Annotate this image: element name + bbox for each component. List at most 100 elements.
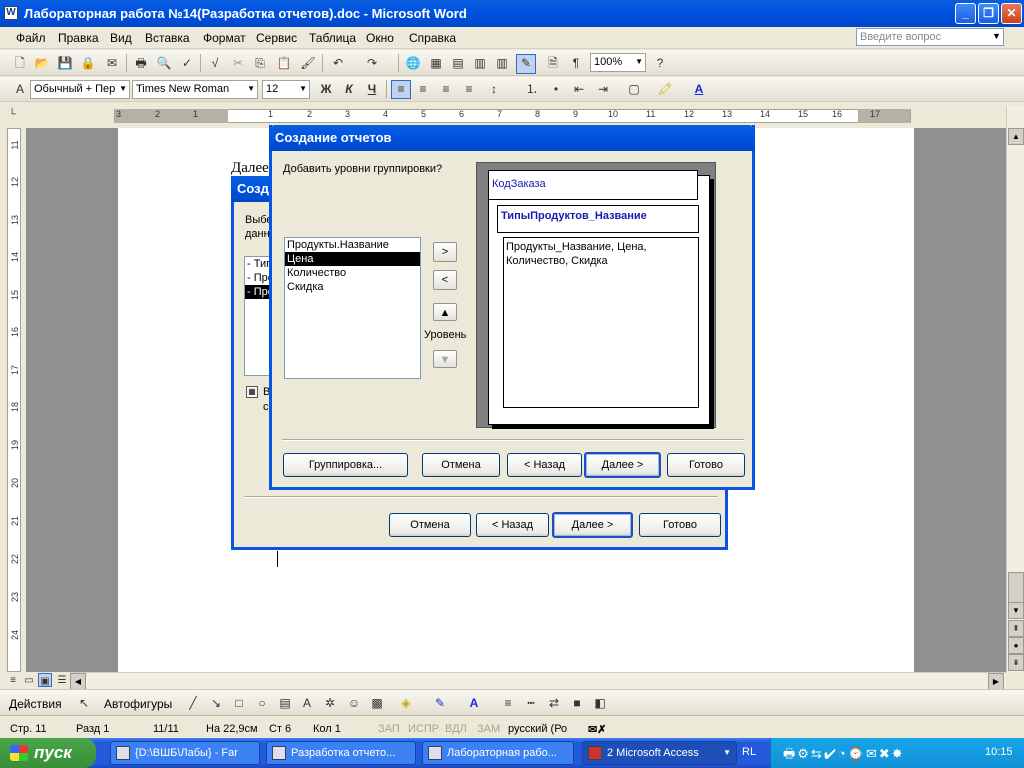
bullets-icon[interactable]: •: [548, 81, 564, 97]
word-app-icon[interactable]: W: [4, 6, 18, 20]
grouping-options-button[interactable]: Группировка...: [283, 453, 408, 477]
bold-button[interactable]: Ж: [318, 81, 334, 97]
finish-button[interactable]: Готово: [667, 453, 745, 477]
web-view-icon[interactable]: ▭: [21, 673, 37, 689]
scroll-down-icon[interactable]: ▼: [1008, 602, 1024, 619]
minimize-button[interactable]: _: [955, 3, 976, 24]
back-back-button[interactable]: < Назад: [476, 513, 549, 537]
font-combo[interactable]: Times New Roman ▼: [132, 80, 258, 99]
email-icon[interactable]: ✉: [104, 55, 120, 71]
remove-level-button[interactable]: <: [433, 270, 457, 290]
back-finish-button[interactable]: Готово: [639, 513, 721, 537]
tab-selector-icon[interactable]: └: [4, 107, 20, 123]
paste-icon[interactable]: 📋: [276, 55, 292, 71]
menu-help[interactable]: Справка: [409, 31, 456, 45]
menu-edit[interactable]: Правка: [58, 31, 99, 45]
back-cancel-button[interactable]: Отмена: [389, 513, 471, 537]
wordart-icon[interactable]: A: [299, 695, 315, 711]
select-browse-object-icon[interactable]: ●: [1008, 637, 1024, 654]
menu-format[interactable]: Формат: [203, 31, 246, 45]
paragraph-mark-icon[interactable]: ¶: [568, 55, 584, 71]
style-combo[interactable]: Обычный + Пер ▼: [30, 80, 130, 99]
align-center-icon[interactable]: ≡: [415, 81, 431, 97]
align-right-icon[interactable]: ≡: [438, 81, 454, 97]
align-left-icon[interactable]: ≡: [391, 80, 411, 99]
status-trk[interactable]: ИСПР: [408, 723, 439, 735]
research-icon[interactable]: √: [207, 55, 223, 71]
clipart-icon[interactable]: ☺: [346, 695, 362, 711]
menu-tools[interactable]: Сервис: [256, 31, 297, 45]
oval-icon[interactable]: ○: [254, 695, 270, 711]
dash-style-icon[interactable]: ┅: [523, 695, 539, 711]
highlight-icon[interactable]: 🖍: [657, 81, 673, 97]
ask-question-input[interactable]: Введите вопрос: [856, 28, 1004, 46]
vertical-ruler[interactable]: 11 12 13 14 15 16 17 18 19 20 21 22 23 2…: [0, 128, 26, 672]
save-icon[interactable]: 💾: [57, 55, 73, 71]
help-icon[interactable]: ?: [652, 55, 668, 71]
borders-icon[interactable]: ▢: [626, 81, 642, 97]
numbering-icon[interactable]: ⒈: [524, 81, 540, 97]
increase-indent-icon[interactable]: ⇥: [595, 81, 611, 97]
open-folder-icon[interactable]: 📂: [34, 55, 50, 71]
horizontal-scrollbar[interactable]: ◀ ▶: [70, 672, 1006, 690]
menu-view[interactable]: Вид: [110, 31, 132, 45]
zoom-combo[interactable]: 100% ▼: [590, 53, 646, 72]
textbox-icon[interactable]: ▤: [277, 695, 293, 711]
line-color-icon[interactable]: ✎: [432, 695, 448, 711]
normal-view-icon[interactable]: ≡: [5, 673, 21, 689]
menu-table[interactable]: Таблица: [309, 31, 356, 45]
styles-pane-icon[interactable]: A: [12, 81, 28, 97]
taskbar-item-report[interactable]: Разработка отчето...: [266, 741, 416, 765]
font-size-combo[interactable]: 12 ▼: [262, 80, 310, 99]
fields-list[interactable]: Продукты.Название Цена Количество Скидка: [284, 237, 421, 379]
insert-table-icon[interactable]: ▤: [450, 55, 466, 71]
format-painter-icon[interactable]: 🖌: [300, 55, 316, 71]
add-level-button[interactable]: >: [433, 242, 457, 262]
select-objects-icon[interactable]: ↖: [76, 695, 92, 711]
spelling-icon[interactable]: ✓: [179, 55, 195, 71]
italic-button[interactable]: К: [341, 81, 357, 97]
menu-window[interactable]: Окно: [366, 31, 394, 45]
print-layout-icon[interactable]: ▣: [38, 673, 52, 687]
font-color-icon[interactable]: A: [466, 695, 482, 711]
list-item[interactable]: Скидка: [285, 280, 420, 294]
start-button[interactable]: пуск: [0, 738, 96, 768]
3d-icon[interactable]: ◧: [592, 695, 608, 711]
status-ovr[interactable]: ЗАМ: [477, 723, 500, 735]
list-item[interactable]: Продукты.Название: [285, 238, 420, 252]
menu-file[interactable]: Файл: [16, 31, 46, 45]
back-button[interactable]: < Назад: [507, 453, 582, 477]
line-icon[interactable]: ╱: [185, 695, 201, 711]
copy-icon[interactable]: ⎘: [252, 55, 268, 71]
prev-page-icon[interactable]: ⇞: [1008, 620, 1024, 637]
picture-icon[interactable]: ▩: [369, 695, 385, 711]
print-preview-icon[interactable]: 🔍: [156, 55, 172, 71]
list-item[interactable]: Цена: [285, 252, 420, 266]
permission-icon[interactable]: 🔒: [80, 55, 96, 71]
rectangle-icon[interactable]: □: [231, 695, 247, 711]
hyperlink-icon[interactable]: 🌐: [405, 55, 421, 71]
taskbar-item-far[interactable]: {D:\ВШБ\Лабы} - Far: [110, 741, 260, 765]
line-spacing-icon[interactable]: ↕: [486, 81, 502, 97]
underline-button[interactable]: Ч: [364, 81, 380, 97]
status-rec[interactable]: ЗАП: [378, 723, 400, 735]
tables-borders-icon[interactable]: ▦: [428, 55, 444, 71]
redo-icon[interactable]: ↷: [364, 55, 380, 71]
undo-icon[interactable]: ↶: [330, 55, 346, 71]
print-icon[interactable]: 🖶: [133, 55, 149, 71]
taskbar-item-access[interactable]: 2 Microsoft Access ▼: [582, 741, 737, 765]
shadow-icon[interactable]: ■: [569, 695, 585, 711]
taskbar-item-word[interactable]: Лабораторная рабо...: [422, 741, 574, 765]
next-page-icon[interactable]: ⇟: [1008, 654, 1024, 671]
outline-view-icon[interactable]: ☰: [54, 673, 70, 689]
fill-color-icon[interactable]: ◈: [398, 695, 414, 711]
justify-icon[interactable]: ≡: [461, 81, 477, 97]
checkbox-icon[interactable]: ▦: [246, 386, 258, 398]
new-document-icon[interactable]: 🗋: [12, 55, 28, 71]
scroll-left-icon[interactable]: ◀: [70, 673, 86, 690]
vertical-scrollbar[interactable]: ▲ ▼ ⇞ ● ⇟: [1006, 106, 1024, 672]
scroll-up-icon[interactable]: ▲: [1008, 128, 1024, 145]
insert-excel-icon[interactable]: ▥: [472, 55, 488, 71]
close-button[interactable]: ✕: [1001, 3, 1022, 24]
font-color-icon[interactable]: A: [691, 81, 707, 97]
